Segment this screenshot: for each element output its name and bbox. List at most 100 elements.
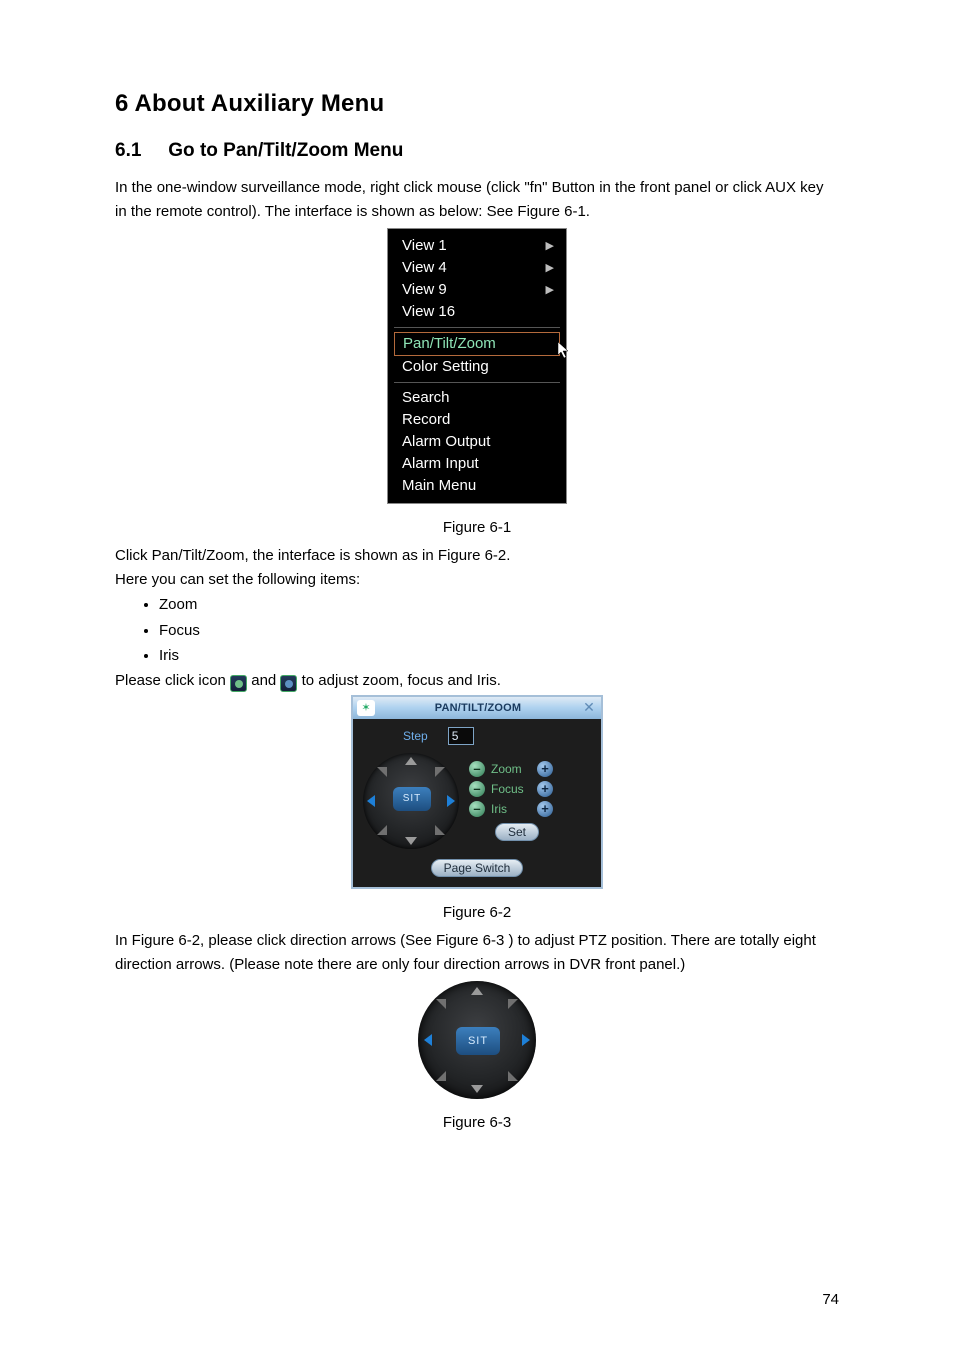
context-menu-group-ptz: Pan/Tilt/Zoom Color Setting [388,330,566,380]
direction-dial-large: SIT [418,981,536,1099]
menu-item-alarm-output[interactable]: Alarm Output [388,431,566,453]
app-badge-icon: ✶ [357,700,375,716]
submenu-arrow-icon: ▶ [546,258,554,278]
plus-icon [280,675,297,692]
heading-about-auxiliary-menu: 6 About Auxiliary Menu [115,90,839,118]
arrow-left[interactable] [367,795,375,807]
menu-label: Search [402,388,450,408]
section-number: 6.1 [115,140,163,162]
figure-6-2-caption: Figure 6-2 [115,901,839,925]
menu-separator [394,382,560,383]
menu-label: View 9 [402,280,447,300]
menu-item-record[interactable]: Record [388,409,566,431]
page-switch-row: Page Switch [363,849,591,877]
menu-label: View 1 [402,236,447,256]
zoom-label: Zoom [491,762,531,776]
iris-plus-button[interactable]: + [537,801,553,817]
para-click-ptz: Click Pan/Tilt/Zoom, the interface is sh… [115,544,839,568]
menu-item-view-1[interactable]: View 1 ▶ [388,235,566,257]
menu-item-alarm-input[interactable]: Alarm Input [388,453,566,475]
ptz-controls: – Zoom + – Focus + – Iris + Set [469,761,591,841]
para-direction-arrows: In Figure 6-2, please click direction ar… [115,929,839,977]
context-menu: View 1 ▶ View 4 ▶ View 9 ▶ View 16 Pan/T… [387,228,567,504]
zoom-plus-button[interactable]: + [537,761,553,777]
menu-item-color-setting[interactable]: Color Setting [388,356,566,378]
submenu-arrow-icon: ▶ [546,280,554,300]
ptz-body: Step 5 SIT – Zoom + [353,719,601,887]
section-title: Go to Pan/Tilt/Zoom Menu [168,140,403,161]
menu-separator [394,327,560,328]
menu-label: Pan/Tilt/Zoom [403,334,496,354]
set-button[interactable]: Set [495,823,539,841]
arrow-down[interactable] [405,837,417,845]
list-item-zoom: Zoom [159,592,839,618]
iris-minus-button[interactable]: – [469,801,485,817]
figure-6-3-caption: Figure 6-3 [115,1111,839,1135]
arrow-up-left[interactable] [377,767,387,777]
para-set-items: Here you can set the following items: [115,568,839,592]
iris-label: Iris [491,802,531,816]
arrow-up-right[interactable] [435,767,445,777]
menu-label: Main Menu [402,476,476,496]
ptz-titlebar: ✶ PAN/TILT/ZOOM ✕ [353,697,601,719]
iris-row: – Iris + [469,801,591,817]
arrow-up[interactable] [471,987,483,995]
context-menu-group-views: View 1 ▶ View 4 ▶ View 9 ▶ View 16 [388,233,566,325]
arrow-right[interactable] [522,1034,530,1046]
list-item-iris: Iris [159,643,839,669]
arrow-up-right[interactable] [508,999,518,1009]
para-click-icon: Please click icon and to adjust zoom, fo… [115,669,839,693]
list-item-focus: Focus [159,618,839,644]
dial-sit-button-large[interactable]: SIT [456,1027,500,1055]
ptz-title-text: PAN/TILT/ZOOM [381,702,575,714]
para-intro: In the one-window surveillance mode, rig… [115,176,839,224]
arrow-down[interactable] [471,1085,483,1093]
menu-label: View 16 [402,302,455,322]
ptz-items-list: Zoom Focus Iris [159,592,839,669]
step-label: Step [403,729,428,743]
arrow-down-left[interactable] [436,1071,446,1081]
page-switch-button[interactable]: Page Switch [431,859,524,877]
menu-item-view-16[interactable]: View 16 [388,301,566,323]
menu-item-search[interactable]: Search [388,387,566,409]
focus-row: – Focus + [469,781,591,797]
arrow-up-left[interactable] [436,999,446,1009]
menu-item-view-9[interactable]: View 9 ▶ [388,279,566,301]
set-row: Set [469,823,591,841]
arrow-right[interactable] [447,795,455,807]
menu-item-main-menu[interactable]: Main Menu [388,475,566,497]
menu-label: Color Setting [402,357,489,377]
text-mid: and [251,672,280,689]
minus-icon [230,675,247,692]
ptz-step-row: Step 5 [363,725,591,753]
focus-plus-button[interactable]: + [537,781,553,797]
zoom-row: – Zoom + [469,761,591,777]
context-menu-group-main: Search Record Alarm Output Alarm Input M… [388,385,566,499]
focus-minus-button[interactable]: – [469,781,485,797]
dial-sit-button[interactable]: SIT [393,787,431,811]
menu-label: Alarm Output [402,432,490,452]
focus-label: Focus [491,782,531,796]
zoom-minus-button[interactable]: – [469,761,485,777]
arrow-up[interactable] [405,757,417,765]
text-prefix: Please click icon [115,672,230,689]
direction-dial-large-wrap: SIT [417,981,537,1099]
arrow-down-right[interactable] [508,1071,518,1081]
ptz-panel: ✶ PAN/TILT/ZOOM ✕ Step 5 SIT – [351,695,603,889]
arrow-down-right[interactable] [435,825,445,835]
menu-item-pan-tilt-zoom[interactable]: Pan/Tilt/Zoom [394,332,560,356]
direction-dial: SIT [363,753,459,849]
menu-label: Alarm Input [402,454,479,474]
arrow-left[interactable] [424,1034,432,1046]
page-number: 74 [822,1291,839,1308]
menu-label: Record [402,410,450,430]
arrow-down-left[interactable] [377,825,387,835]
submenu-arrow-icon: ▶ [546,236,554,256]
close-icon[interactable]: ✕ [581,700,597,716]
menu-label: View 4 [402,258,447,278]
menu-item-view-4[interactable]: View 4 ▶ [388,257,566,279]
text-suffix: to adjust zoom, focus and Iris. [302,672,501,689]
heading-go-to-ptz: 6.1 Go to Pan/Tilt/Zoom Menu [115,140,839,162]
step-input[interactable]: 5 [448,727,474,745]
figure-6-1-caption: Figure 6-1 [115,516,839,540]
